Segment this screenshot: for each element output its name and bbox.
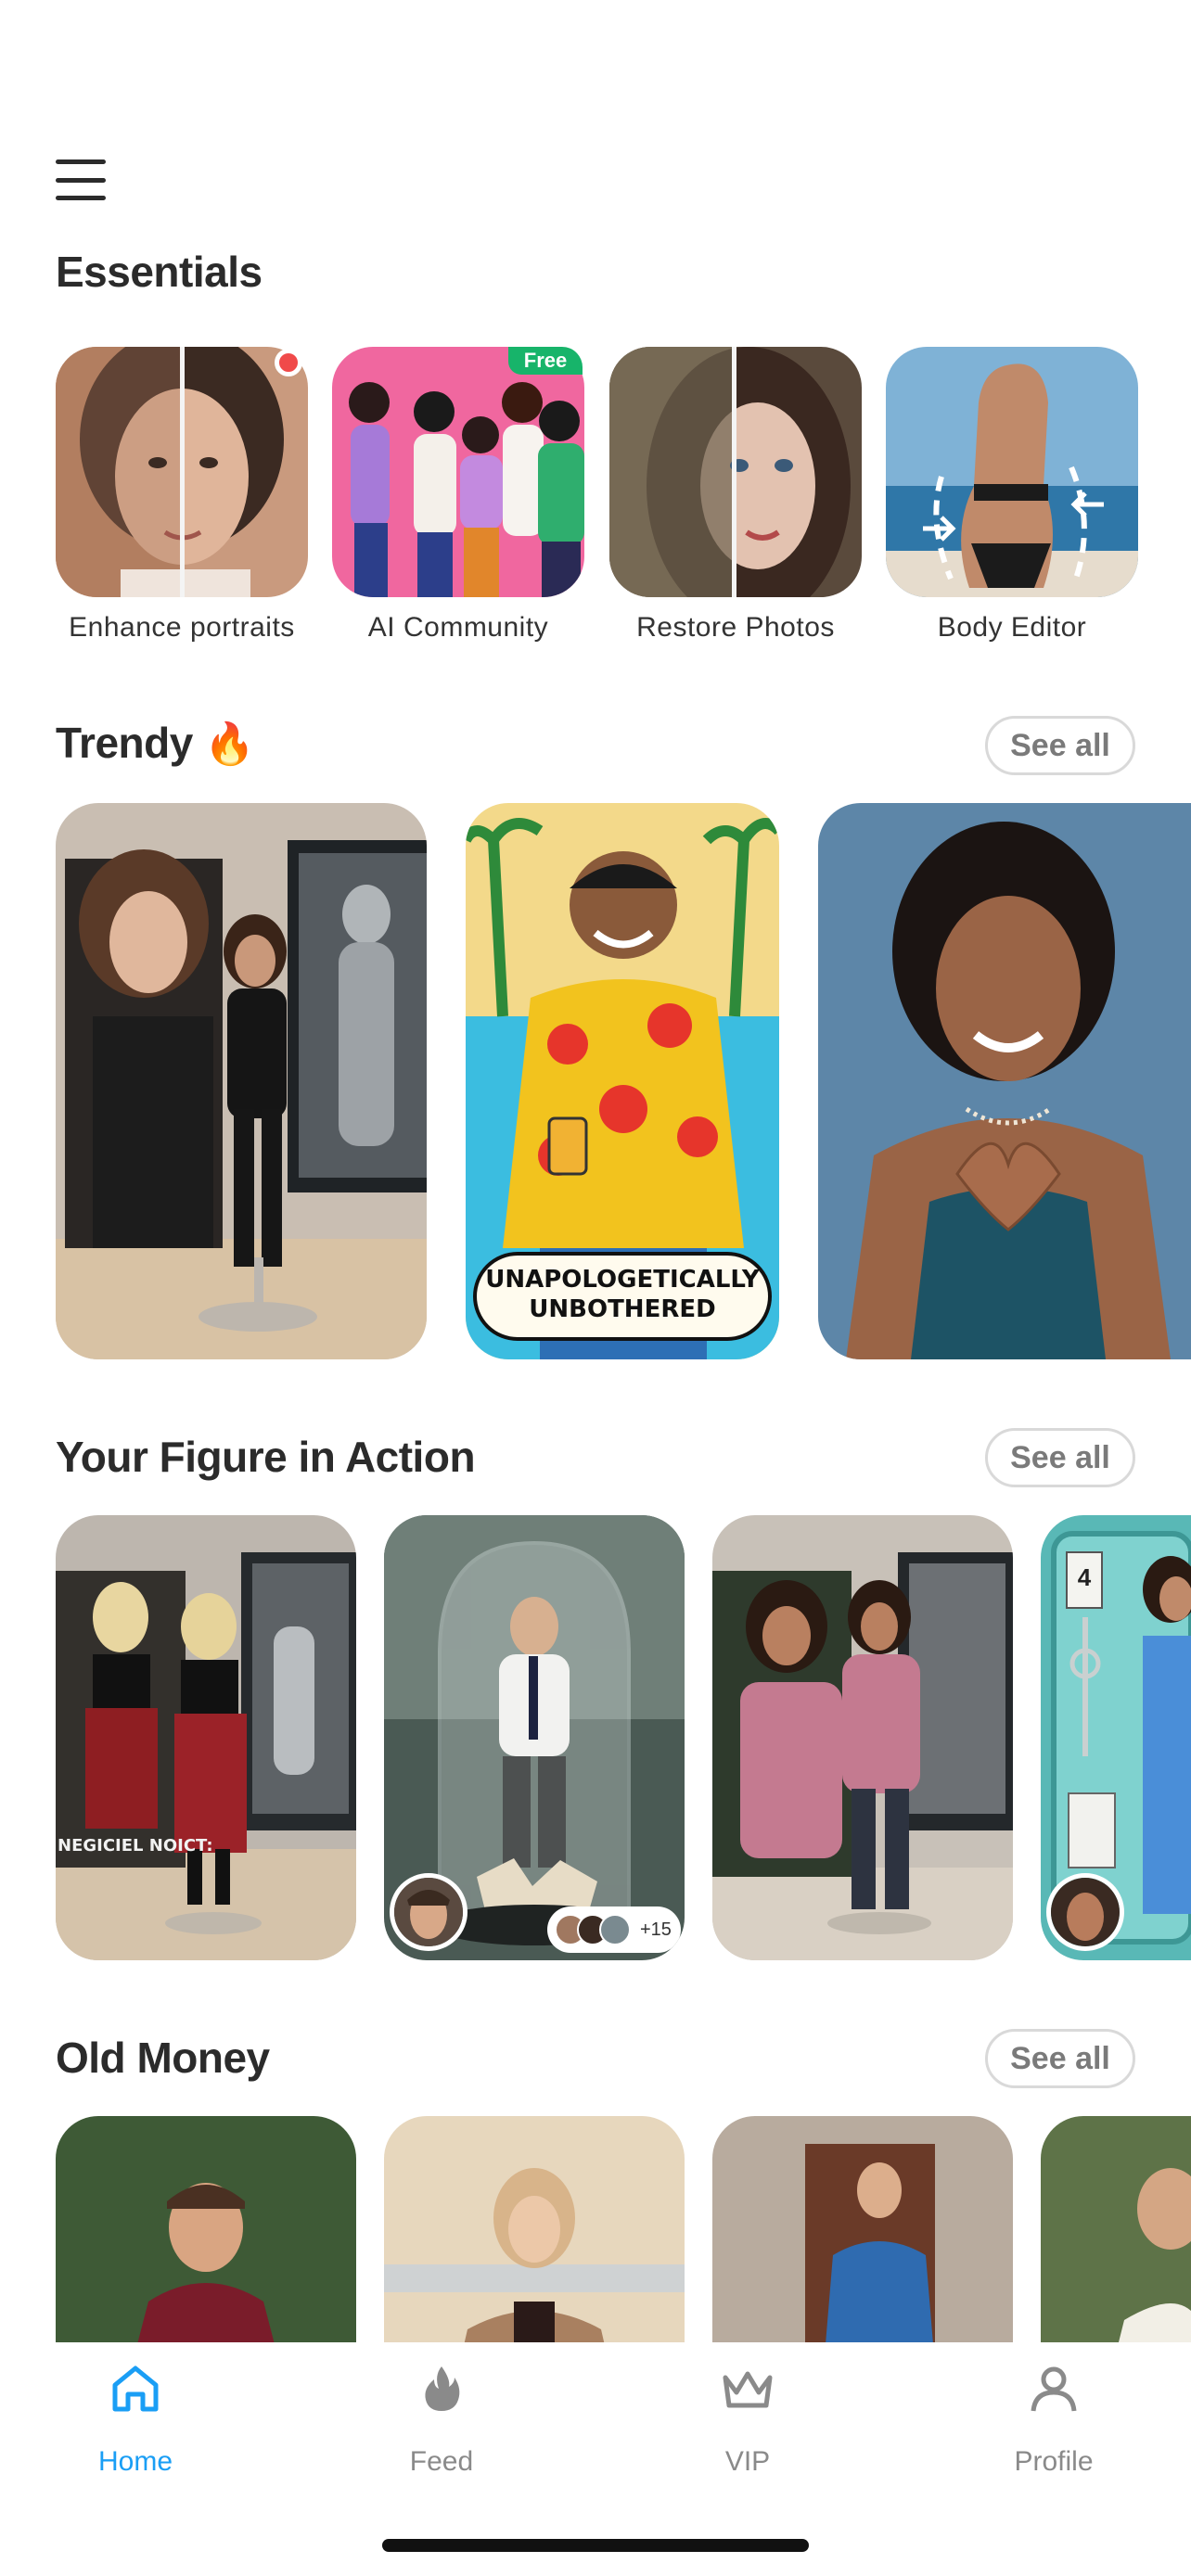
home-indicator: [382, 2539, 809, 2552]
fire-emoji: 🔥: [204, 721, 255, 767]
participants-chip[interactable]: +15: [547, 1906, 681, 1953]
figure-card-image: [712, 1515, 1013, 1960]
enhance-portraits-tile[interactable]: [56, 347, 308, 597]
trendy-card-figure-desk[interactable]: [56, 803, 427, 1359]
menu-icon-bar: [56, 196, 106, 200]
person-icon: [1031, 2366, 1077, 2412]
pop-art-caption: UNAPOLOGETICALLY UNBOTHERED: [485, 1266, 760, 1323]
compare-divider: [180, 347, 185, 597]
avatar: [1051, 1878, 1120, 1946]
body-editor-image: [886, 347, 1138, 597]
free-badge: Free: [508, 347, 583, 375]
nav-vip[interactable]: VIP: [655, 2342, 840, 2481]
enhance-portraits-label: Enhance portraits: [69, 612, 295, 643]
trendy-card-pop-art[interactable]: UNAPOLOGETICALLY UNBOTHERED: [466, 803, 779, 1359]
figure-card-pink-sweater[interactable]: [712, 1515, 1013, 1960]
figure-card-image: [56, 1515, 356, 1960]
nav-feed-label: Feed: [409, 2446, 474, 2477]
crown-icon: [723, 2371, 773, 2408]
avatar: [394, 1878, 463, 1946]
body-editor-label: Body Editor: [937, 612, 1087, 643]
menu-icon-bar: [56, 177, 106, 183]
nav-profile[interactable]: Profile: [961, 2342, 1146, 2481]
flame-icon: [425, 2366, 460, 2411]
creator-avatar[interactable]: [390, 1873, 467, 1951]
trendy-card-image: [56, 803, 427, 1359]
participants-count: +15: [640, 1919, 672, 1940]
figure-in-action-see-all-button[interactable]: See all: [985, 1428, 1135, 1487]
essentials-title: Essentials: [56, 248, 263, 296]
trendy-title: Trendy 🔥: [56, 718, 255, 768]
menu-icon-bar: [56, 159, 106, 164]
body-editor-tile[interactable]: [886, 347, 1138, 597]
restore-photos-tile[interactable]: [609, 347, 862, 597]
figure-card-glass-dome[interactable]: +15: [384, 1515, 685, 1960]
creator-avatar[interactable]: [1046, 1873, 1124, 1951]
restore-photos-label: Restore Photos: [636, 612, 835, 643]
ai-community-tile[interactable]: [332, 347, 584, 597]
menu-button[interactable]: [56, 159, 106, 200]
old-money-see-all-button[interactable]: See all: [985, 2029, 1135, 2088]
nav-home[interactable]: Home: [43, 2342, 228, 2481]
nav-profile-label: Profile: [1014, 2446, 1094, 2477]
nav-vip-label: VIP: [724, 2446, 771, 2477]
trendy-card-image: [818, 803, 1191, 1359]
participant-avatar: [599, 1914, 631, 1945]
nav-home-label: Home: [97, 2446, 173, 2477]
trendy-card-heart-hands[interactable]: [818, 803, 1191, 1359]
figure-card-plaid-skirt[interactable]: NEGICIEL NOICT:: [56, 1515, 356, 1960]
trendy-title-text: Trendy: [56, 719, 193, 767]
figure-sign-text: NEGICIEL NOICT:: [58, 1836, 213, 1855]
figure-card-doll-box[interactable]: 4: [1041, 1515, 1191, 1960]
old-money-title: Old Money: [56, 2034, 270, 2082]
compare-divider: [732, 347, 736, 597]
figure-in-action-title: Your Figure in Action: [56, 1433, 476, 1481]
doll-box-number: 4: [1077, 1563, 1092, 1591]
ai-community-image: [332, 347, 584, 597]
trendy-see-all-button[interactable]: See all: [985, 716, 1135, 775]
home-icon: [112, 2366, 159, 2412]
notification-dot: [275, 349, 302, 376]
ai-community-label: AI Community: [367, 612, 549, 643]
nav-feed[interactable]: Feed: [349, 2342, 534, 2481]
